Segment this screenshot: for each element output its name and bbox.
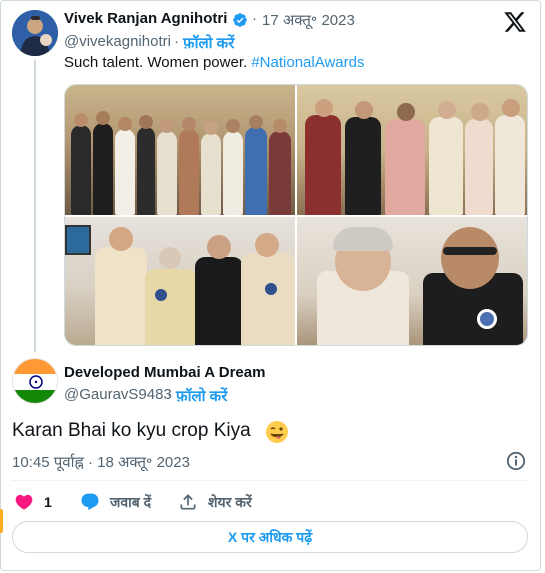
india-flag-icon[interactable] [12,358,58,404]
actions-divider [12,480,529,481]
reply-button[interactable]: जवाब दें [80,492,151,512]
quoted-tweet-text: Such talent. Women power. #NationalAward… [64,54,364,71]
quoted-handle-separator: · [174,33,179,50]
reply-label: जवाब दें [110,493,152,510]
photo-4[interactable] [297,217,527,345]
verified-badge-icon [232,12,248,28]
hashtag-link[interactable]: #NationalAwards [251,54,364,71]
photo-2[interactable] [297,85,527,215]
heart-icon [15,494,33,510]
reply-author-name[interactable]: Developed Mumbai A Dream [64,364,265,381]
reply-timestamp[interactable]: 10:45 पूर्वाह्न · 18 अक्तू॰ 2023 [12,452,190,472]
quoted-tweet-body: Such talent. Women power. [64,54,252,71]
reply-author-handle[interactable]: @GauravS9483 [64,386,172,403]
read-more-on-x-button[interactable]: X पर अधिक पढ़ें [12,521,528,553]
quoted-follow-button[interactable]: फ़ॉलो करें [183,33,234,53]
photo-3[interactable] [65,217,295,345]
x-logo-icon[interactable] [503,10,527,34]
photo-1[interactable] [65,85,295,215]
reply-handle-separator: · [167,386,172,403]
reply-tweet-text: Karan Bhai ko kyu crop Kiya [12,420,251,441]
quoted-author-name[interactable]: Vivek Ranjan Agnihotri [64,10,227,27]
quoted-author-handle[interactable]: @vivekagnihotri [64,33,171,50]
quoted-author-avatar[interactable] [12,10,58,56]
quoted-tweet-date[interactable]: 17 अक्तू॰ 2023 [262,10,355,30]
left-accent-marker [0,509,3,533]
photo-grid [64,84,528,346]
quoted-date-separator: · [252,10,257,27]
winking-face-with-tongue-icon [265,420,289,444]
like-button[interactable]: 1 [14,492,52,512]
share-button[interactable]: शेयर करें [178,492,252,512]
share-icon [180,494,196,510]
info-icon[interactable] [506,451,526,471]
thread-connector-line [34,60,36,352]
share-label: शेयर करें [208,493,252,510]
reply-follow-button[interactable]: फ़ॉलो करें [176,386,227,406]
like-count: 1 [44,494,52,510]
reply-bubble-icon [81,493,99,511]
